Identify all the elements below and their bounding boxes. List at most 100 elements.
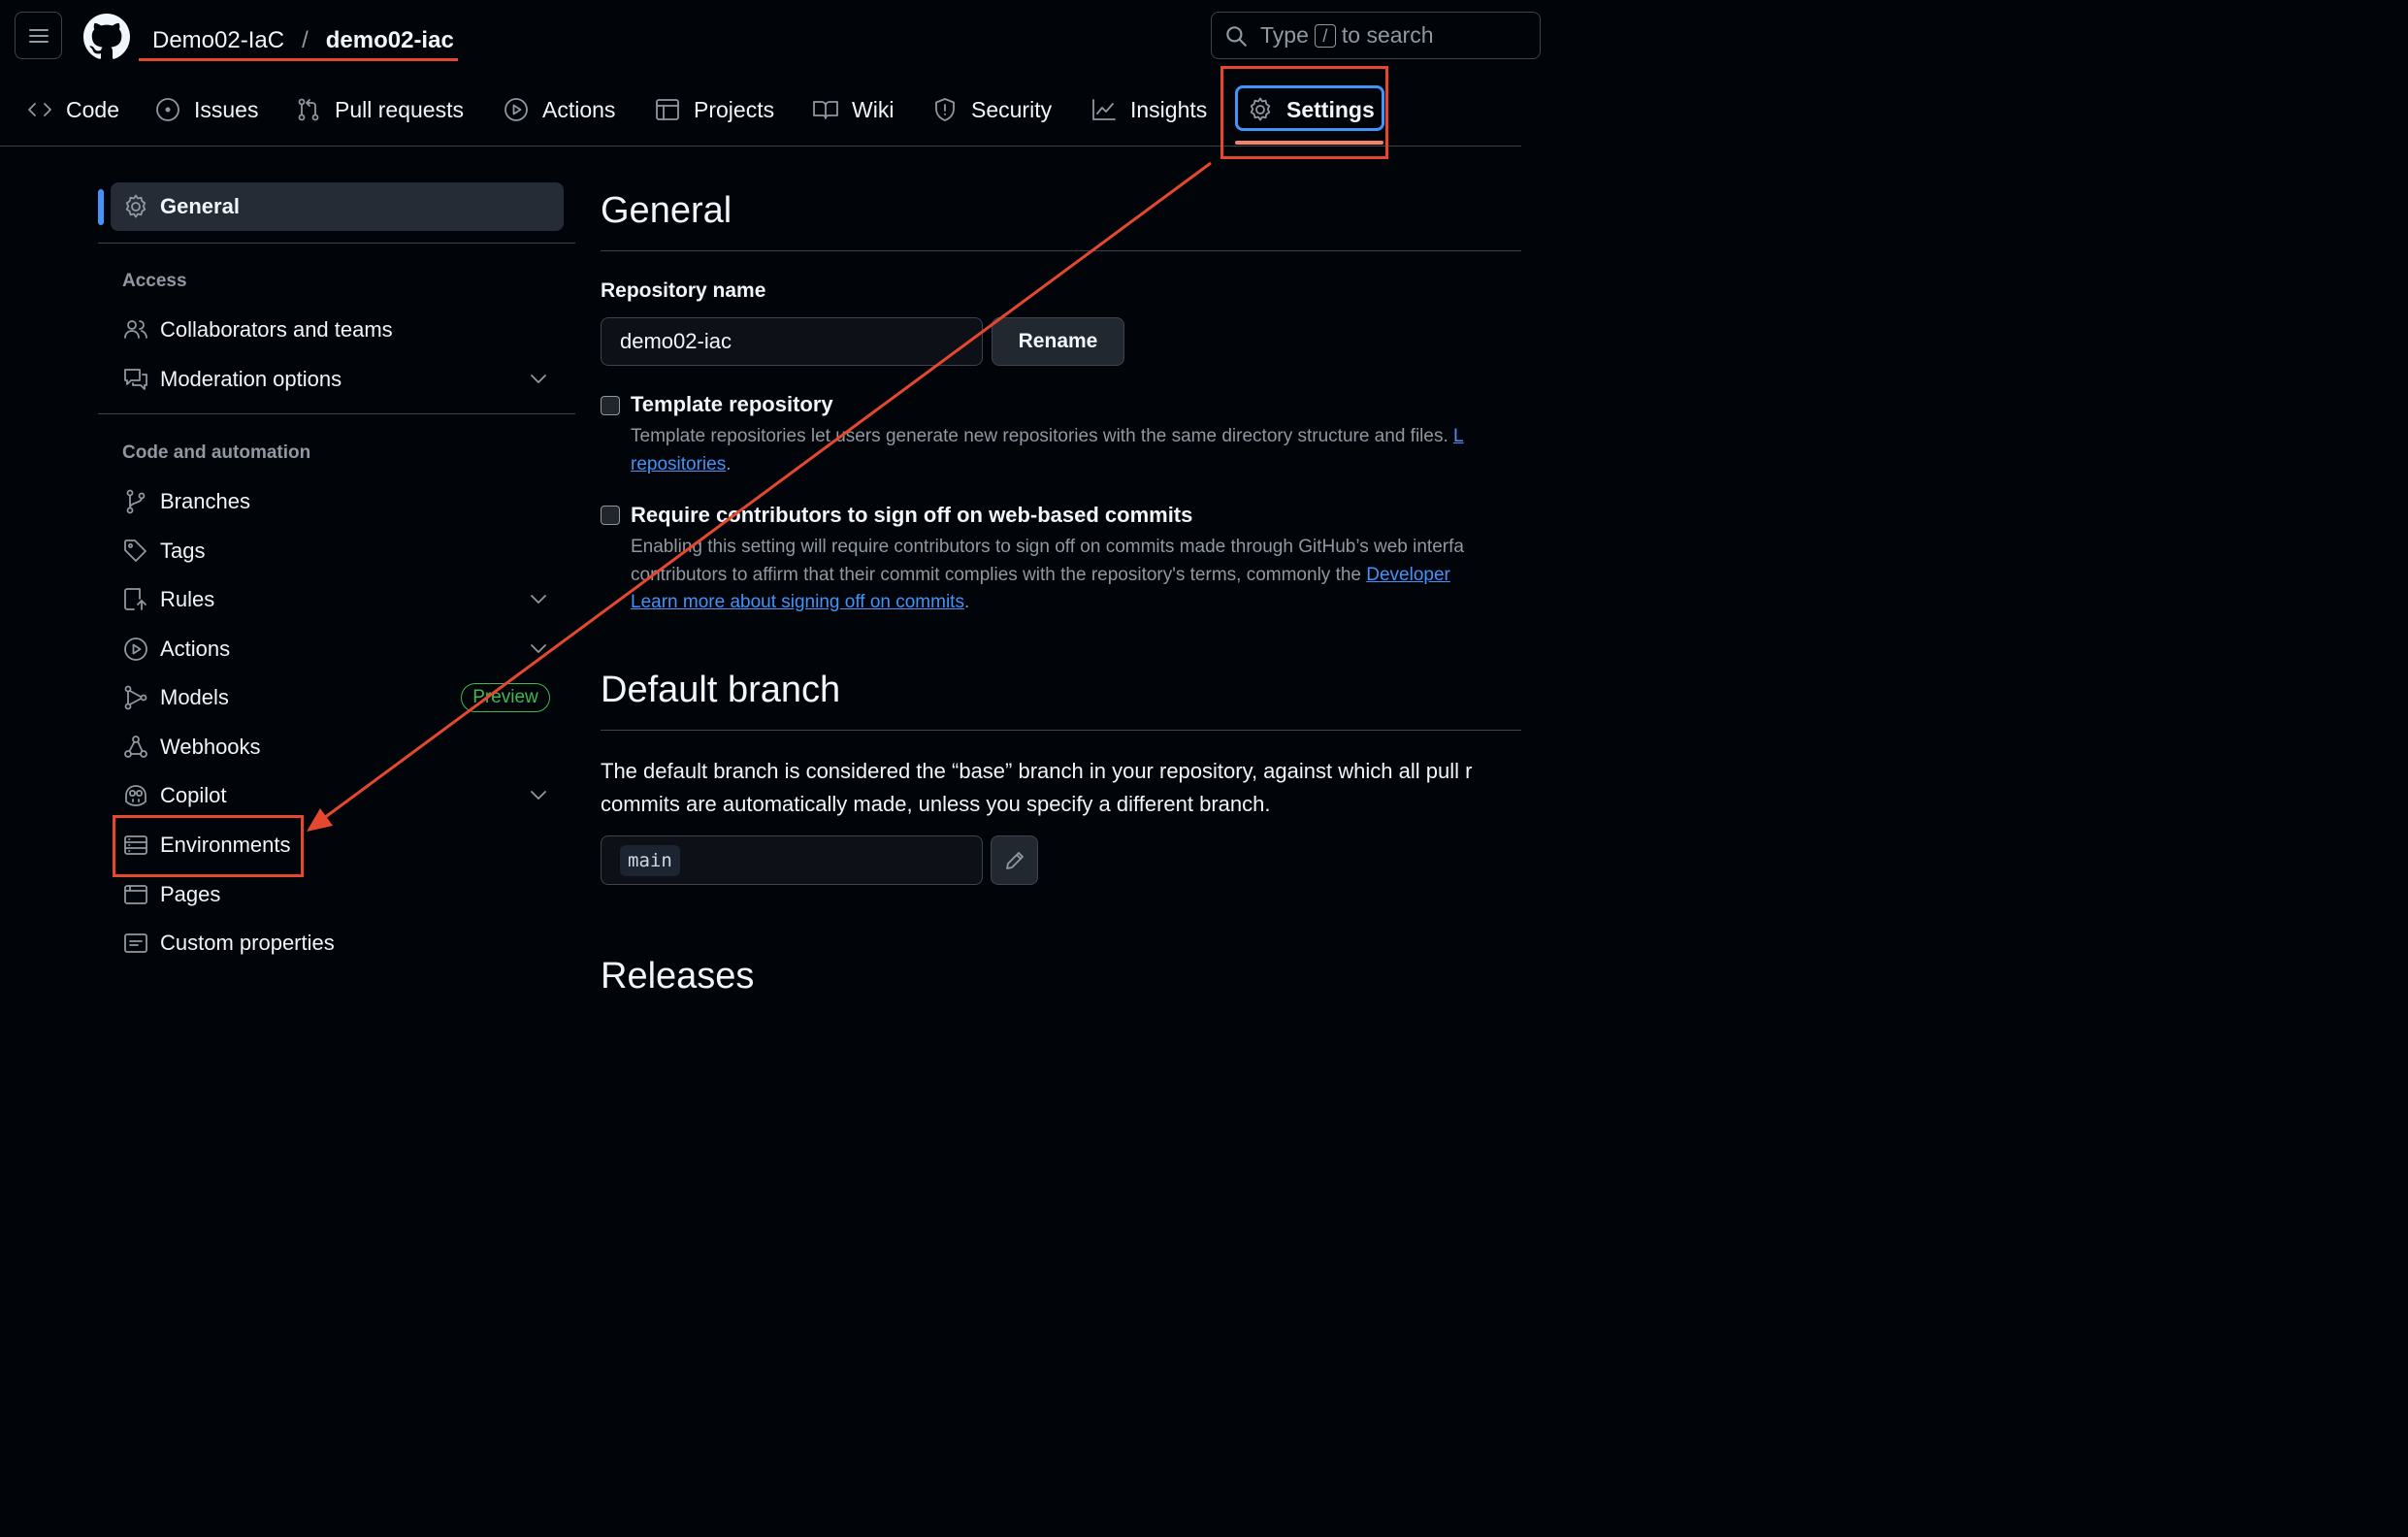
section-heading-code-automation: Code and automation — [122, 442, 311, 463]
note-icon — [124, 933, 147, 953]
sidebar-item-moderation[interactable]: Moderation options — [122, 360, 342, 399]
tab-wiki[interactable]: Wiki — [812, 87, 894, 132]
annotation-box-settings — [1220, 66, 1388, 159]
sidebar-item-label: General — [160, 194, 240, 218]
git-branch-icon — [126, 489, 146, 514]
template-repository-description-2: repositories. — [631, 450, 732, 478]
sidebar-item-copilot[interactable]: Copilot — [122, 776, 226, 815]
tab-actions[interactable]: Actions — [503, 87, 615, 132]
table-icon — [656, 99, 679, 120]
description-line: The default branch is considered the “ba… — [601, 759, 1473, 783]
learn-more-signoff-link[interactable]: Learn more about signing off on commits — [631, 592, 964, 612]
sidebar-item-pages[interactable]: Pages — [122, 875, 220, 914]
chevron-down-icon[interactable] — [525, 366, 552, 393]
sidebar-item-label: Moderation options — [160, 367, 342, 391]
tab-label: Projects — [694, 96, 775, 122]
template-repository-label: Template repository — [631, 392, 833, 416]
section-title-default-branch: Default branch — [601, 670, 841, 710]
hamburger-menu-button[interactable] — [15, 12, 62, 59]
tab-label: Actions — [542, 96, 616, 122]
tab-code[interactable]: Code — [26, 87, 119, 132]
webhook-icon — [124, 736, 147, 758]
learn-more-link[interactable]: L — [1453, 426, 1464, 446]
template-repository-checkbox[interactable] — [601, 396, 620, 415]
tab-label: Pull requests — [335, 96, 464, 122]
breadcrumb-owner-link[interactable]: Demo02-IaC — [152, 27, 284, 54]
developer-certificate-link[interactable]: Developer — [1366, 565, 1450, 585]
book-icon — [813, 101, 838, 119]
edit-default-branch-button[interactable] — [991, 835, 1038, 885]
active-indicator — [98, 189, 104, 225]
breadcrumb-repo-link[interactable]: demo02-iac — [326, 27, 454, 54]
search-icon — [1226, 25, 1247, 47]
pencil-icon — [1005, 851, 1024, 869]
preview-badge: Preview — [461, 683, 550, 712]
tab-security[interactable]: Security — [931, 87, 1052, 132]
shield-icon — [935, 98, 955, 121]
sidebar-item-label: Collaborators and teams — [160, 317, 393, 342]
tab-label: Security — [971, 96, 1053, 122]
template-repository-description: Template repositories let users generate… — [631, 422, 1464, 450]
sidebar-item-label: Rules — [160, 587, 215, 611]
search-input[interactable]: Type / to search — [1211, 12, 1541, 59]
copilot-icon — [125, 785, 146, 806]
punctuation: . — [963, 592, 970, 612]
sidebar-item-rules[interactable]: Rules — [122, 580, 214, 619]
graph-icon — [1092, 99, 1116, 120]
sidebar-item-tags[interactable]: Tags — [122, 532, 205, 571]
browser-icon — [124, 885, 147, 904]
play-icon — [124, 638, 147, 661]
divider — [98, 243, 575, 244]
tab-insights[interactable]: Insights — [1090, 87, 1207, 132]
sidebar-item-webhooks[interactable]: Webhooks — [122, 728, 261, 767]
sidebar-item-label: Pages — [160, 882, 221, 906]
punctuation: . — [726, 454, 732, 474]
tab-issues[interactable]: Issues — [154, 87, 258, 132]
sidebar-item-custom-properties[interactable]: Custom properties — [122, 924, 335, 963]
sidebar-item-collaborators[interactable]: Collaborators and teams — [122, 311, 393, 349]
search-placeholder-suffix: to search — [1341, 22, 1434, 48]
sidebar-item-label: Models — [160, 685, 229, 709]
tab-label: Insights — [1130, 96, 1208, 122]
sidebar-item-label: Actions — [160, 637, 231, 661]
chevron-down-icon[interactable] — [525, 586, 552, 613]
branch-name-chip: main — [620, 845, 680, 876]
sidebar-item-branches[interactable]: Branches — [122, 482, 250, 521]
rename-button[interactable]: Rename — [992, 317, 1124, 366]
tab-pull-requests[interactable]: Pull requests — [295, 87, 464, 132]
signoff-checkbox[interactable] — [601, 506, 620, 525]
signoff-learn-more: Learn more about signing off on commits. — [631, 588, 969, 616]
sidebar-item-label: Custom properties — [160, 931, 335, 955]
sidebar-item-label: Copilot — [160, 783, 227, 807]
sidebar-item-actions[interactable]: Actions — [122, 630, 230, 669]
tab-projects[interactable]: Projects — [654, 87, 774, 132]
sidebar-item-general[interactable]: General — [122, 187, 240, 226]
tab-label: Code — [66, 96, 119, 122]
code-icon — [28, 103, 51, 116]
play-icon — [504, 98, 528, 121]
annotation-box-environments — [113, 815, 304, 877]
chevron-down-icon[interactable] — [525, 636, 552, 663]
sidebar-item-label: Branches — [160, 489, 250, 513]
search-placeholder-prefix: Type — [1260, 22, 1309, 48]
gear-icon — [125, 194, 146, 218]
github-logo-icon[interactable] — [83, 14, 130, 60]
annotation-underline — [139, 58, 458, 61]
tab-label: Wiki — [852, 96, 895, 122]
signoff-label: Require contributors to sign off on web-… — [631, 503, 1193, 527]
description-text: contributors to affirm that their commit… — [631, 565, 1361, 585]
section-title-releases: Releases — [601, 956, 755, 997]
tab-label: Issues — [194, 96, 259, 122]
search-shortcut-key: / — [1314, 23, 1336, 48]
sidebar-item-models[interactable]: Models — [122, 678, 229, 717]
hamburger-icon — [28, 28, 49, 43]
default-branch-description: The default branch is considered the “ba… — [601, 755, 1472, 821]
breadcrumb-separator: / — [302, 27, 309, 53]
divider — [601, 730, 1521, 731]
chevron-down-icon[interactable] — [525, 782, 552, 809]
description-line: commits are automatically made, unless y… — [601, 792, 1271, 816]
repository-name-input[interactable] — [601, 317, 983, 366]
repo-push-icon — [124, 588, 146, 610]
repositories-link[interactable]: repositories — [631, 454, 726, 474]
comment-discussion-icon — [124, 369, 147, 390]
